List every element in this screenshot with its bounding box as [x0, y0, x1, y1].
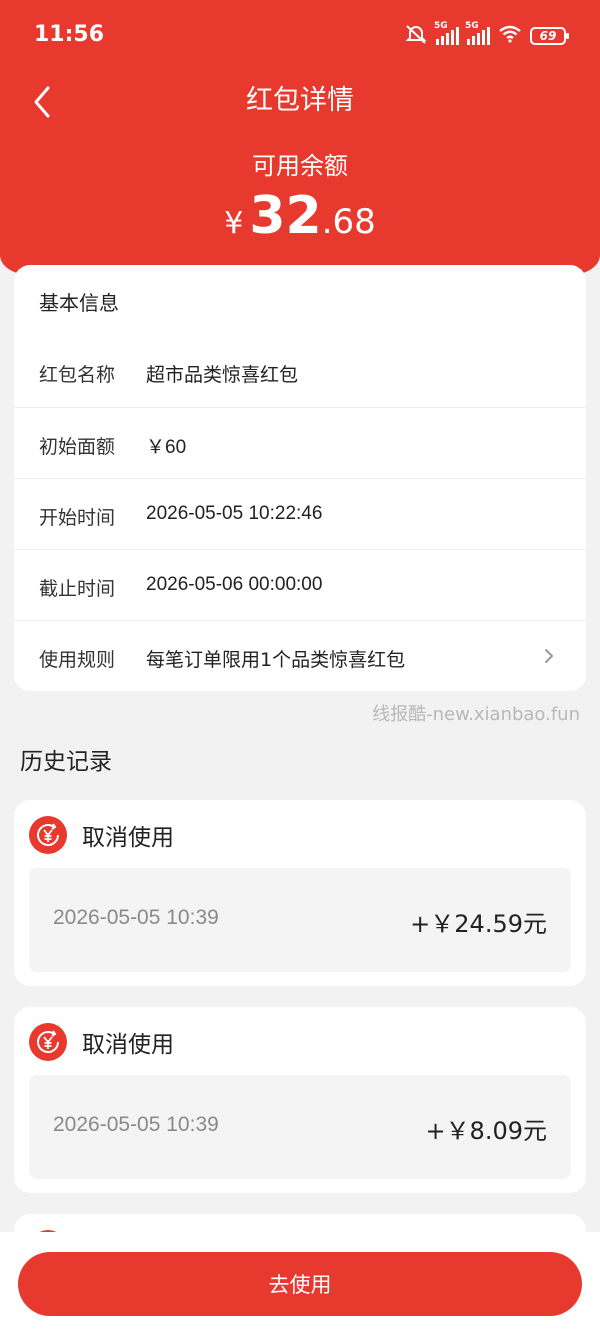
info-label: 初始面额	[39, 436, 116, 458]
balance-currency: ¥	[224, 206, 244, 241]
basic-info-card: 基本信息 红包名称 超市品类惊喜红包 初始面额 ￥60 开始时间 2026-05…	[14, 265, 586, 691]
info-row-name: 红包名称 超市品类惊喜红包	[14, 336, 586, 407]
coin-return-icon	[29, 1023, 67, 1061]
status-time: 11:56	[34, 22, 105, 47]
mute-vibrate-icon	[404, 24, 428, 48]
bottom-bar: 去使用	[0, 1232, 600, 1335]
chevron-right-icon	[545, 649, 553, 663]
record-amount: +￥24.59元	[410, 910, 547, 938]
info-value: 超市品类惊喜红包	[146, 364, 299, 386]
record-time: 2026-05-05 10:39	[53, 1113, 219, 1136]
page-title: 红包详情	[246, 85, 354, 116]
balance-decimal: .68	[321, 202, 376, 242]
battery-icon: 69	[530, 27, 569, 45]
info-row-usage-rules[interactable]: 使用规则 每笔订单限用1个品类惊喜红包	[14, 620, 586, 691]
info-label: 红包名称	[39, 364, 116, 386]
record-type: 取消使用	[82, 1032, 174, 1058]
info-label: 使用规则	[39, 649, 116, 671]
balance-integer: 32	[249, 186, 322, 246]
record-amount: +￥8.09元	[425, 1117, 547, 1145]
balance-amount: ¥32.68	[0, 186, 600, 246]
info-row-initial-amount: 初始面额 ￥60	[14, 407, 586, 478]
use-now-button[interactable]: 去使用	[18, 1252, 582, 1316]
record-type: 取消使用	[82, 825, 174, 851]
balance-label: 可用余额	[252, 152, 348, 180]
nav-bar: 红包详情	[0, 70, 600, 126]
info-row-start-time: 开始时间 2026-05-05 10:22:46	[14, 478, 586, 549]
info-value: ￥60	[146, 437, 187, 458]
info-label: 开始时间	[39, 507, 116, 529]
info-row-end-time: 截止时间 2026-05-06 00:00:00	[14, 549, 586, 620]
info-label: 截止时间	[39, 578, 116, 600]
signal-icon: 5G	[434, 21, 459, 45]
signal-icon-2: 5G	[465, 21, 490, 45]
coin-return-icon	[29, 816, 67, 854]
status-icons: 5G 5G 69	[404, 21, 569, 48]
header-banner: 11:56 5G 5G 69 红包详情 可用余额 ¥ 32.68	[0, 0, 600, 275]
record-detail: 2026-05-05 10:39 +￥24.59元	[29, 868, 571, 972]
info-value: 2026-05-06 00:00:00	[146, 574, 323, 595]
status-bar: 11:56 5G 5G 69	[0, 0, 600, 70]
info-value: 2026-05-05 10:22:46	[146, 503, 323, 524]
record-time: 2026-05-05 10:39	[53, 906, 219, 929]
info-value: 每笔订单限用1个品类惊喜红包	[146, 649, 406, 671]
basic-info-title: 基本信息	[39, 291, 119, 315]
history-title: 历史记录	[20, 749, 112, 775]
record-detail: 2026-05-05 10:39 +￥8.09元	[29, 1075, 571, 1179]
history-record: 取消使用 2026-05-05 10:39 +￥8.09元	[14, 1007, 586, 1193]
wifi-icon	[498, 25, 522, 47]
history-record: 取消使用 2026-05-05 10:39 +￥24.59元	[14, 800, 586, 986]
watermark: 线报酷-new.xianbao.fun	[372, 704, 580, 725]
